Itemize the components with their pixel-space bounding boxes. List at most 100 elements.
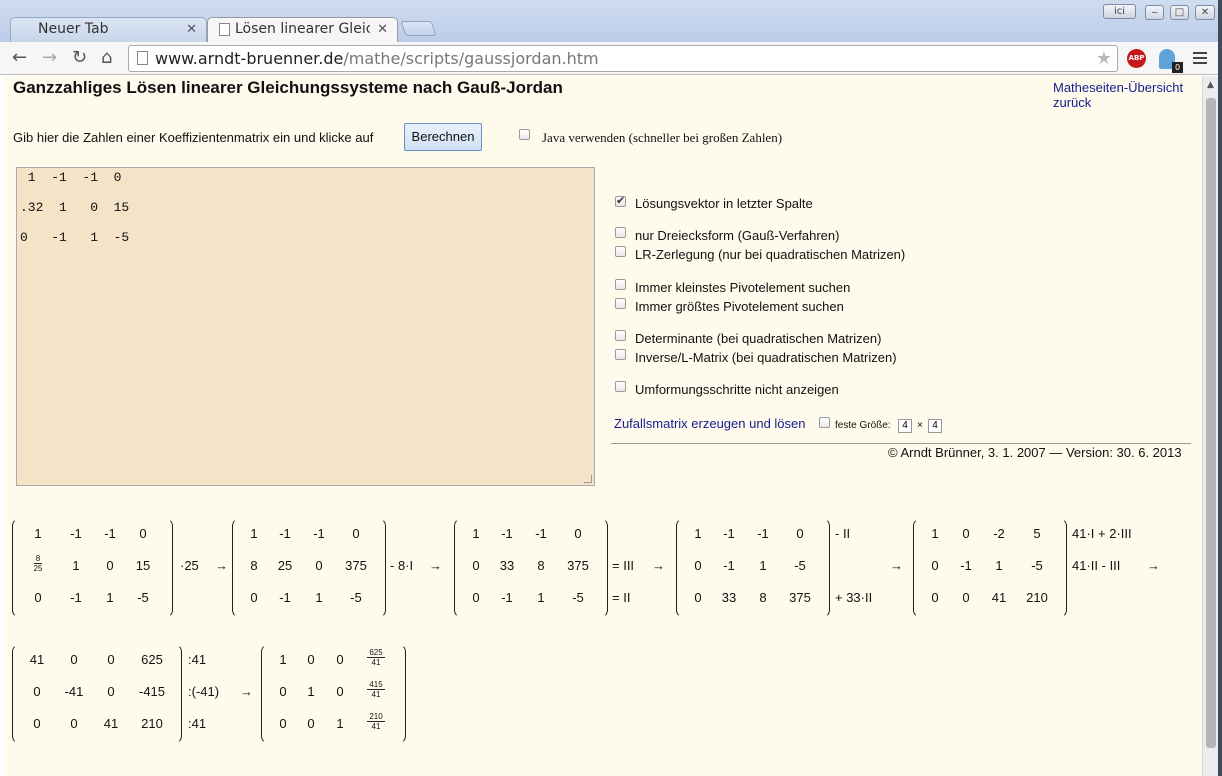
matrix-cell: -1: [535, 526, 547, 541]
option-label: LR-Zerlegung (nur bei quadratischen Matr…: [635, 247, 906, 262]
url-domain: www.arndt-bruenner.de: [155, 49, 344, 68]
option-label: Umformungsschritte nicht anzeigen: [635, 382, 839, 397]
option-label: Immer kleinstes Pivotelement suchen: [635, 280, 851, 295]
menu-icon[interactable]: [1193, 52, 1207, 67]
page-content: Ganzzahliges Lösen linearer Gleichungssy…: [4, 76, 1202, 776]
tab-new-tab[interactable]: Neuer Tab ✕: [10, 17, 207, 42]
numerator: 415: [367, 680, 385, 690]
java-label: Java verwenden (schneller bei großen Zah…: [542, 130, 783, 145]
matrix-cell: 5: [1033, 526, 1041, 541]
fraction: 8 25: [33, 554, 43, 573]
row-operation: - II: [835, 526, 851, 541]
arrow-icon: →: [652, 558, 665, 573]
matrix-cell: 415 41: [356, 680, 396, 701]
page-icon: [219, 23, 230, 36]
option-label: Inverse/L-Matrix (bei quadratischen Matr…: [635, 350, 897, 365]
matrix-cell: 0: [796, 526, 804, 541]
maximize-button[interactable]: □: [1170, 5, 1189, 20]
forward-icon[interactable]: →: [42, 48, 57, 68]
matrix-cell: 210 41: [356, 712, 396, 733]
option-label: Immer größtes Pivotelement suchen: [635, 299, 844, 314]
row-operation: 41·II - III: [1072, 558, 1121, 573]
minimize-button[interactable]: ‒: [1145, 5, 1164, 20]
matrix-cell: -5: [137, 590, 149, 605]
result-matrix: 41 0 0 625 0 -41 0 -415 0 0 41 210: [12, 644, 182, 744]
matrix-line: 0 -1 1 -5: [20, 230, 130, 245]
matrix-cell: -1: [757, 526, 769, 541]
matrix-cell: 8: [759, 590, 767, 605]
overview-link[interactable]: Matheseiten-Übersicht: [1053, 80, 1183, 95]
calculate-button[interactable]: Berechnen: [404, 123, 482, 151]
adblock-icon[interactable]: ABP: [1127, 49, 1146, 68]
window-user-label: ici: [1113, 6, 1126, 17]
matrix-cell: 375: [789, 590, 811, 605]
matrix-cell: 0: [107, 684, 115, 699]
times-sign: ×: [917, 420, 923, 431]
scroll-up-icon[interactable]: ▲: [1207, 80, 1214, 90]
matrix-right-bracket: [378, 518, 386, 618]
matrix-cell: 0: [34, 590, 42, 605]
option-label: Lösungsvektor in letzter Spalte: [635, 196, 813, 211]
matrix-cell: -5: [1031, 558, 1043, 573]
back-link[interactable]: zurück: [1053, 95, 1183, 110]
matrix-cell: 0: [574, 526, 582, 541]
top-links: Matheseiten-Übersicht zurück: [1053, 80, 1183, 110]
tab-active[interactable]: Lösen linearer Gleic ✕: [207, 17, 398, 42]
back-icon[interactable]: ←: [12, 48, 27, 68]
option-checkbox-hide-steps[interactable]: [615, 381, 626, 392]
matrix-cell: -1: [313, 526, 325, 541]
matrix-right-bracket: [398, 644, 406, 744]
option-checkbox-max-pivot[interactable]: [615, 298, 626, 309]
fraction: 210 41: [367, 712, 385, 731]
random-matrix-link[interactable]: Zufallsmatrix erzeugen und lösen: [614, 416, 806, 431]
matrix-cell: 8: [537, 558, 545, 573]
address-bar[interactable]: www.arndt-bruenner.de/mathe/scripts/gaus…: [128, 45, 1118, 72]
denominator: 25: [33, 564, 43, 573]
scrollbar-thumb[interactable]: [1206, 98, 1216, 748]
option-checkbox-inverse[interactable]: [615, 349, 626, 360]
denominator: 41: [371, 722, 381, 731]
close-icon[interactable]: ✕: [186, 22, 197, 37]
row-operation: :41: [188, 652, 207, 667]
option-checkbox-determinant[interactable]: [615, 330, 626, 341]
fixed-size-checkbox[interactable]: [819, 417, 830, 428]
matrix-cell: 0: [70, 716, 78, 731]
option-checkbox-solution-vector[interactable]: [615, 194, 626, 207]
matrix-cell: 1: [315, 590, 323, 605]
reload-icon[interactable]: ↻: [72, 48, 87, 68]
star-icon[interactable]: ★: [1096, 46, 1112, 71]
option-label: nur Dreiecksform (Gauß-Verfahren): [635, 228, 840, 243]
result-matrix: 1 -1 -1 0 8 25 1 0 15 0 -1 1 -5: [12, 518, 173, 618]
option-checkbox-lr[interactable]: [615, 246, 626, 257]
row-operation: ·25: [180, 558, 199, 573]
matrix-line: .32 1 0 15: [20, 200, 130, 215]
divider: [611, 443, 1191, 444]
tab-title: Neuer Tab: [38, 21, 109, 37]
denominator: 41: [371, 658, 381, 667]
size-cols-input[interactable]: 4: [928, 419, 942, 433]
matrix-cell: -415: [138, 684, 166, 699]
numerator: 8: [33, 554, 43, 564]
java-checkbox[interactable]: [519, 129, 530, 140]
size-rows-input[interactable]: 4: [898, 419, 912, 433]
close-icon[interactable]: ✕: [377, 22, 388, 37]
option-checkbox-min-pivot[interactable]: [615, 279, 626, 290]
ghostery-badge: 0: [1172, 62, 1183, 73]
matrix-cell: 41: [991, 590, 1007, 605]
matrix-right-bracket: [1059, 518, 1067, 618]
window-close-button[interactable]: ✕: [1195, 5, 1215, 20]
row-operation: 41·I + 2·III: [1072, 526, 1132, 541]
fixed-size-label: feste Größe:: [835, 420, 891, 431]
new-tab-button[interactable]: [400, 21, 437, 36]
matrix-cell: 0: [336, 684, 344, 699]
fraction: 625 41: [367, 648, 385, 667]
matrix-input[interactable]: 1 -1 -1 0 .32 1 0 15 0 -1 1 -5: [16, 167, 595, 486]
option-checkbox-triangle[interactable]: [615, 227, 626, 238]
matrix-cell: 0: [315, 558, 323, 573]
resize-handle[interactable]: [584, 475, 592, 483]
arrow-icon: →: [1147, 558, 1160, 573]
vertical-scrollbar[interactable]: ▲: [1202, 76, 1218, 776]
home-icon[interactable]: ⌂: [101, 48, 112, 68]
numerator: 625: [367, 648, 385, 658]
window-user-button[interactable]: ici: [1103, 4, 1136, 19]
